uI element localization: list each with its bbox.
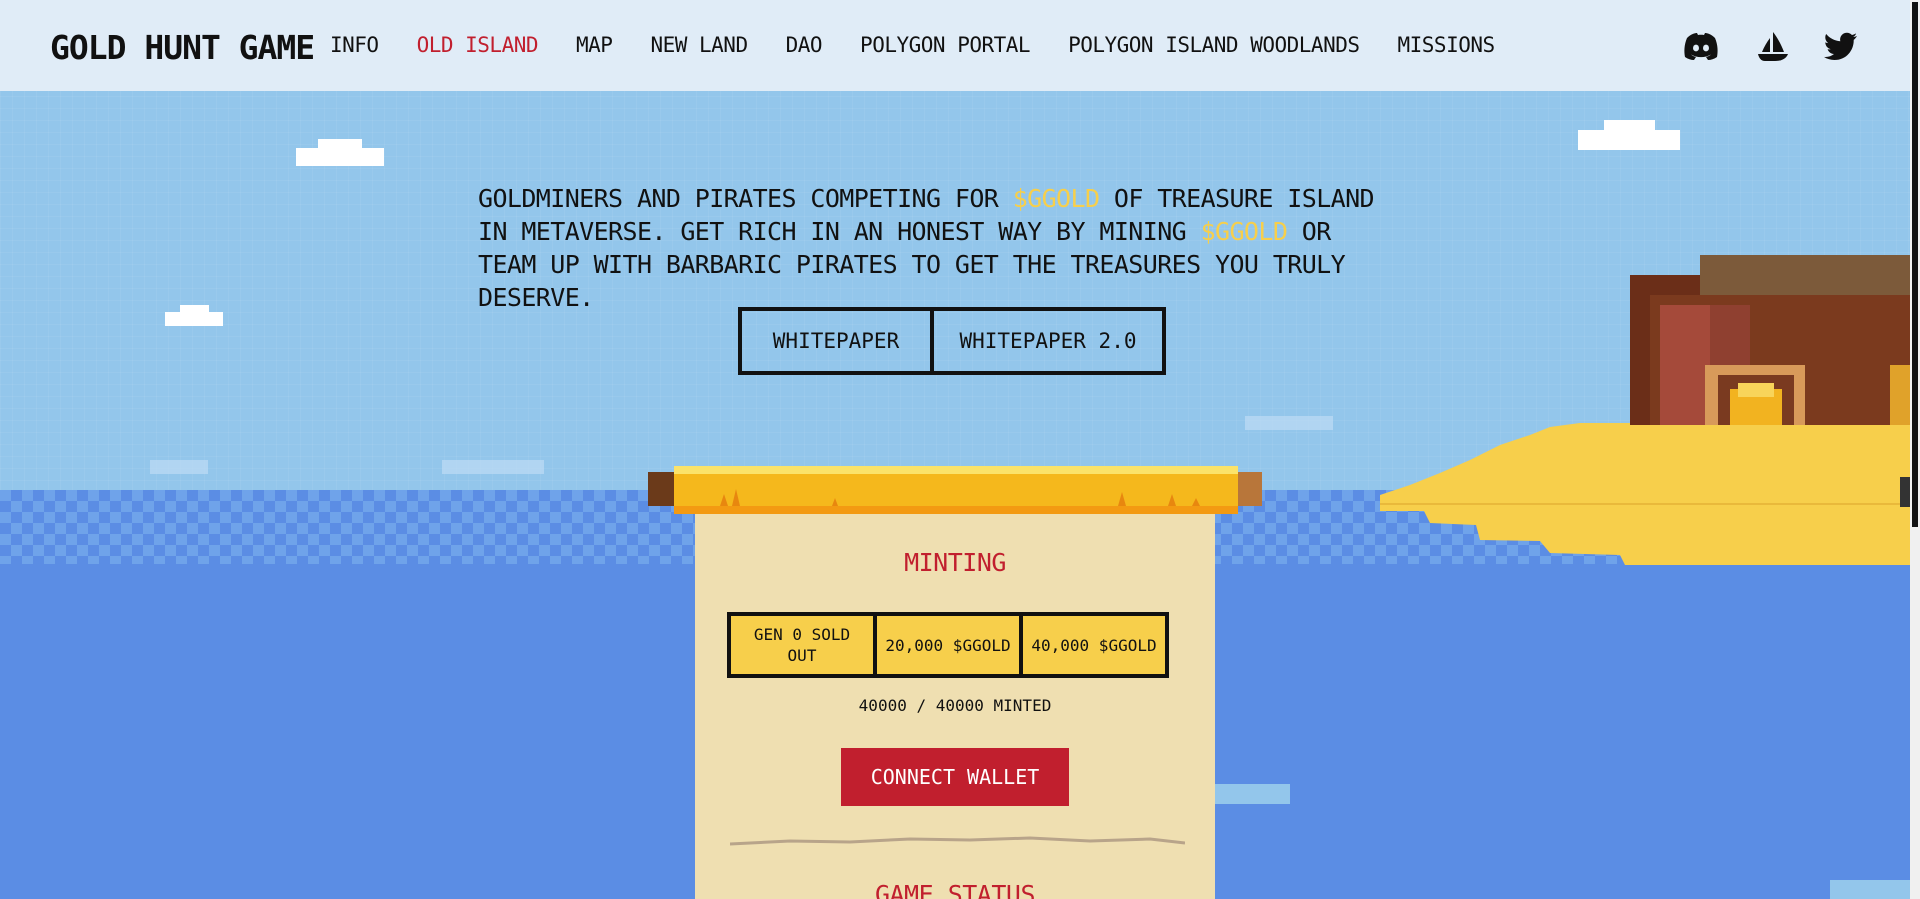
site-logo[interactable]: GOLD HUNT GAME [50, 28, 315, 67]
connect-wallet-button[interactable]: CONNECT WALLET [841, 748, 1069, 806]
gen-price-row: GEN 0 SOLD OUT 20,000 $GGOLD 40,000 $GGO… [727, 612, 1169, 678]
nav-info[interactable]: INFO [330, 33, 379, 57]
whitepaper-button[interactable]: WHITEPAPER [738, 307, 934, 375]
ggold-token-text: $GGOLD [1012, 184, 1100, 213]
haze [150, 460, 208, 474]
cloud [1578, 120, 1680, 150]
cloud [165, 305, 223, 326]
opensea-icon[interactable] [1755, 28, 1791, 64]
nav-missions[interactable]: MISSIONS [1398, 33, 1496, 57]
hero-text: GOLDMINERS AND PIRATES COMPETING FOR [478, 184, 1013, 213]
nav-polygon-portal[interactable]: POLYGON PORTAL [860, 33, 1031, 57]
minted-count: 40000 / 40000 MINTED [858, 696, 1052, 715]
hero-description: GOLDMINERS AND PIRATES COMPETING FOR $GG… [478, 182, 1378, 314]
ggold-token-text: $GGOLD [1200, 217, 1288, 246]
whitepaper-buttons: WHITEPAPER WHITEPAPER 2.0 [738, 307, 1166, 375]
page-scrollbar[interactable] [1910, 0, 1920, 899]
gen-2-price-box: 40,000 $GGOLD [1019, 612, 1169, 678]
paper-divider [730, 836, 1185, 846]
treasure-island-image [1380, 255, 1920, 565]
nav-map[interactable]: MAP [576, 33, 613, 57]
haze [1830, 880, 1910, 899]
cloud [296, 139, 384, 166]
nav-polygon-island-woodlands[interactable]: POLYGON ISLAND WOODLANDS [1068, 33, 1360, 57]
minting-title: MINTING [904, 548, 1006, 577]
discord-icon[interactable] [1683, 28, 1719, 64]
nav-new-land[interactable]: NEW LAND [650, 33, 748, 57]
game-status-title: GAME STATUS [874, 880, 1036, 899]
scroll-rod-image [648, 466, 1262, 514]
gen-1-price-box: 20,000 $GGOLD [873, 612, 1023, 678]
scrollbar-thumb[interactable] [1912, 2, 1918, 527]
haze [1215, 784, 1290, 804]
nav-dao[interactable]: DAO [786, 33, 823, 57]
gen-0-box: GEN 0 SOLD OUT [727, 612, 877, 678]
haze [442, 460, 544, 474]
twitter-icon[interactable] [1823, 28, 1859, 64]
site-header: GOLD HUNT GAME INFO OLD ISLAND MAP NEW L… [0, 0, 1910, 91]
nav-old-island[interactable]: OLD ISLAND [417, 33, 539, 57]
haze [1245, 416, 1333, 430]
main-nav: INFO OLD ISLAND MAP NEW LAND DAO POLYGON… [330, 33, 1533, 57]
whitepaper-2-button[interactable]: WHITEPAPER 2.0 [930, 307, 1166, 375]
